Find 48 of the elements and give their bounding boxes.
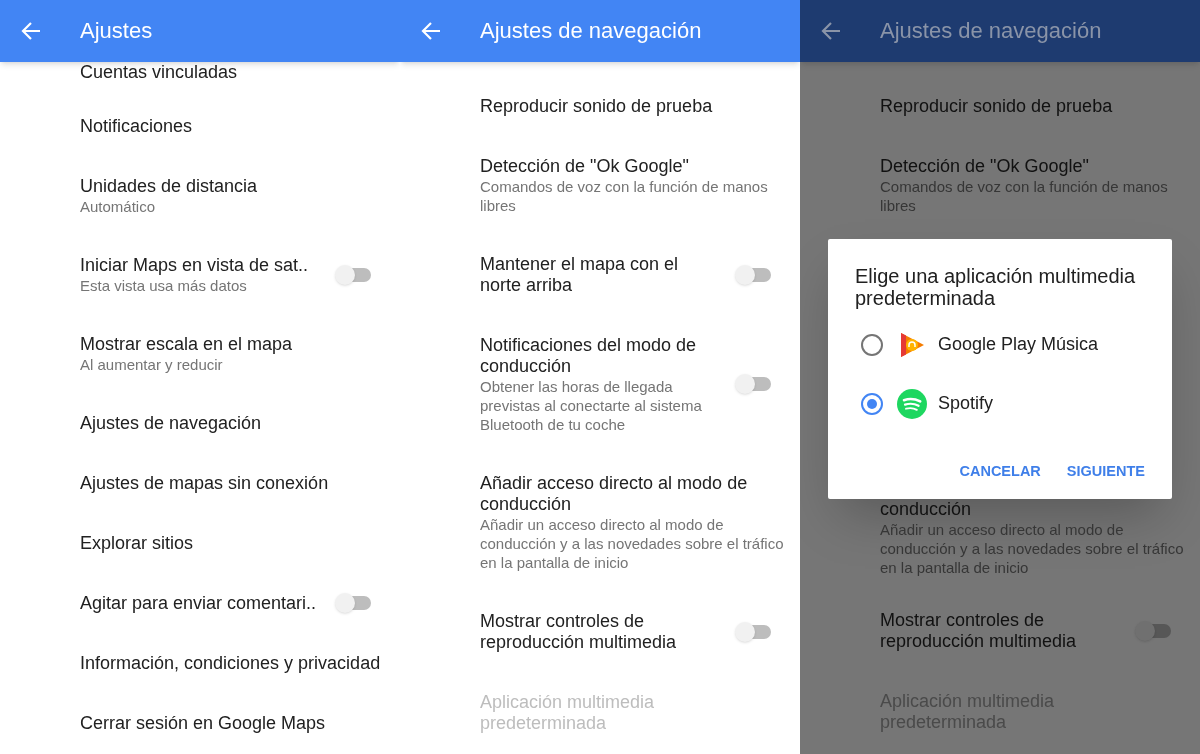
- setting-description: Automático: [80, 196, 157, 216]
- settings-item[interactable]: Mostrar escala en el mapa: [80, 333, 384, 355]
- option-label[interactable]: Spotify: [938, 390, 994, 417]
- radio-button[interactable]: [861, 392, 883, 415]
- setting-description: Añadir un acceso directo al modo de conducción y a las novedades sobre el tráfico en la pantalla de inicio: [880, 520, 1184, 577]
- back-arrow-icon[interactable]: [821, 21, 841, 41]
- settings-item[interactable]: Notificaciones del modo de conducción: [480, 334, 719, 377]
- settings-item[interactable]: Iniciar Maps en vista de sat..: [80, 254, 319, 276]
- settings-item[interactable]: Explorar sitios: [80, 532, 384, 554]
- settings-item[interactable]: Información, condiciones y privacidad: [80, 652, 384, 674]
- settings-item[interactable]: Cuentas vinculadas: [80, 62, 384, 83]
- cancel-button[interactable]: CANCELAR: [951, 454, 1049, 490]
- settings-item[interactable]: Unidades de distancia: [80, 175, 384, 197]
- settings-item[interactable]: Agitar para enviar comentari..: [80, 592, 319, 614]
- settings-item[interactable]: Cerrar sesión en Google Maps: [80, 712, 384, 734]
- settings-item[interactable]: Ajustes de navegación: [80, 412, 384, 434]
- settings-item[interactable]: Añadir acceso directo al modo de conducción: [480, 472, 784, 515]
- settings-item[interactable]: Reproducir sonido de prueba: [480, 95, 784, 117]
- settings-item: Aplicación multimedia predeterminada: [480, 691, 656, 734]
- toggle-switch[interactable]: [1135, 620, 1171, 641]
- dialog-title: Elige una aplicación multimedia predeterminada: [855, 265, 1137, 309]
- settings-item[interactable]: Mostrar controles de reproducción multimedia: [480, 610, 719, 653]
- settings-item[interactable]: Mostrar controles de reproducción multimedia: [880, 609, 1119, 652]
- toggle-switch[interactable]: [335, 264, 371, 285]
- toggle-switch[interactable]: [735, 374, 771, 394]
- play-logo-icon: [899, 331, 925, 358]
- settings-item[interactable]: Notificaciones: [80, 115, 384, 137]
- settings-item[interactable]: Detección de "Ok Google": [480, 155, 784, 177]
- toggle-switch[interactable]: [335, 593, 371, 613]
- setting-description: Añadir un acceso directo al modo de conducción y a las novedades sobre el tráfico en la pantalla de inicio: [480, 514, 784, 572]
- app-bar-title: Ajustes de navegación: [880, 17, 1102, 45]
- settings-item[interactable]: Reproducir sonido de prueba: [880, 95, 1184, 117]
- setting-description: Comandos de voz con la función de manos libres: [880, 176, 1169, 215]
- next-button[interactable]: SIGUIENTE: [1058, 454, 1153, 490]
- setting-description: Al aumentar y reducir: [80, 354, 224, 374]
- setting-description: Esta vista usa más datos: [80, 275, 248, 295]
- settings-item[interactable]: Detección de "Ok Google": [880, 155, 1184, 177]
- settings-item[interactable]: Ajustes de mapas sin conexión: [80, 472, 384, 494]
- arcs-logo-icon: [897, 388, 927, 419]
- app-bar-title: Ajustes de navegación: [480, 17, 702, 45]
- toggle-switch[interactable]: [735, 264, 771, 285]
- setting-description: Obtener las horas de llegada previstas al conectarte al sistema Bluetooth de tu coche: [480, 376, 703, 434]
- option-label[interactable]: Google Play Música: [938, 331, 1099, 358]
- toggle-switch[interactable]: [735, 621, 771, 642]
- app-bar-title: Ajustes: [80, 17, 153, 45]
- settings-item[interactable]: Mantener el mapa con el norte arriba: [480, 253, 719, 296]
- radio-button[interactable]: [861, 333, 883, 356]
- setting-description: Comandos de voz con la función de manos libres: [480, 176, 769, 215]
